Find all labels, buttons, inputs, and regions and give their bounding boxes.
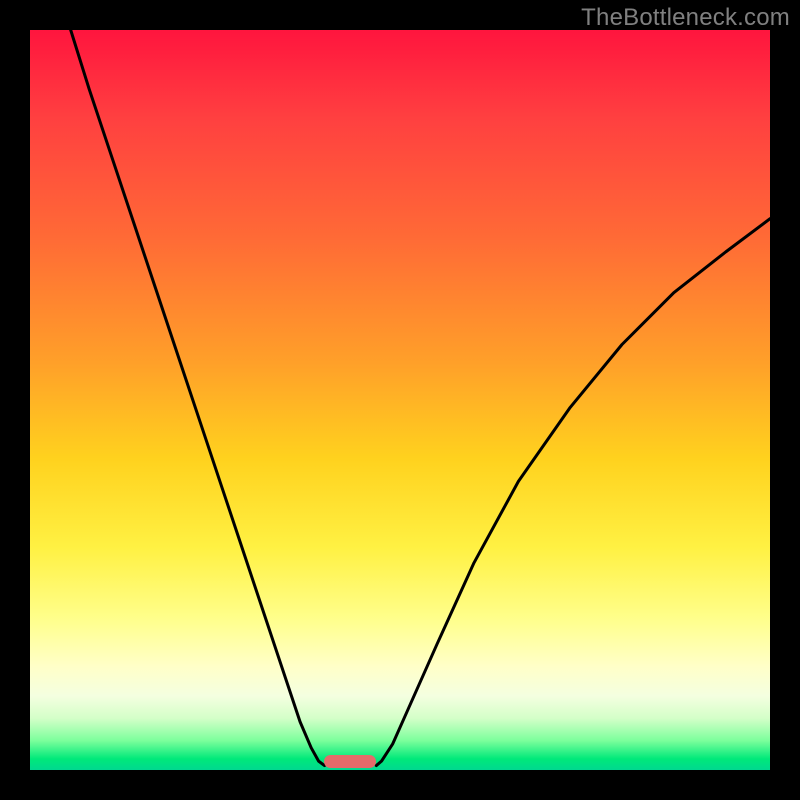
curve-svg <box>30 30 770 770</box>
chart-outer: TheBottleneck.com <box>0 0 800 800</box>
plot-area <box>30 30 770 770</box>
watermark-text: TheBottleneck.com <box>581 4 790 32</box>
bottleneck-marker <box>324 755 376 768</box>
right-branch-path <box>376 219 770 766</box>
left-branch-path <box>71 30 325 766</box>
